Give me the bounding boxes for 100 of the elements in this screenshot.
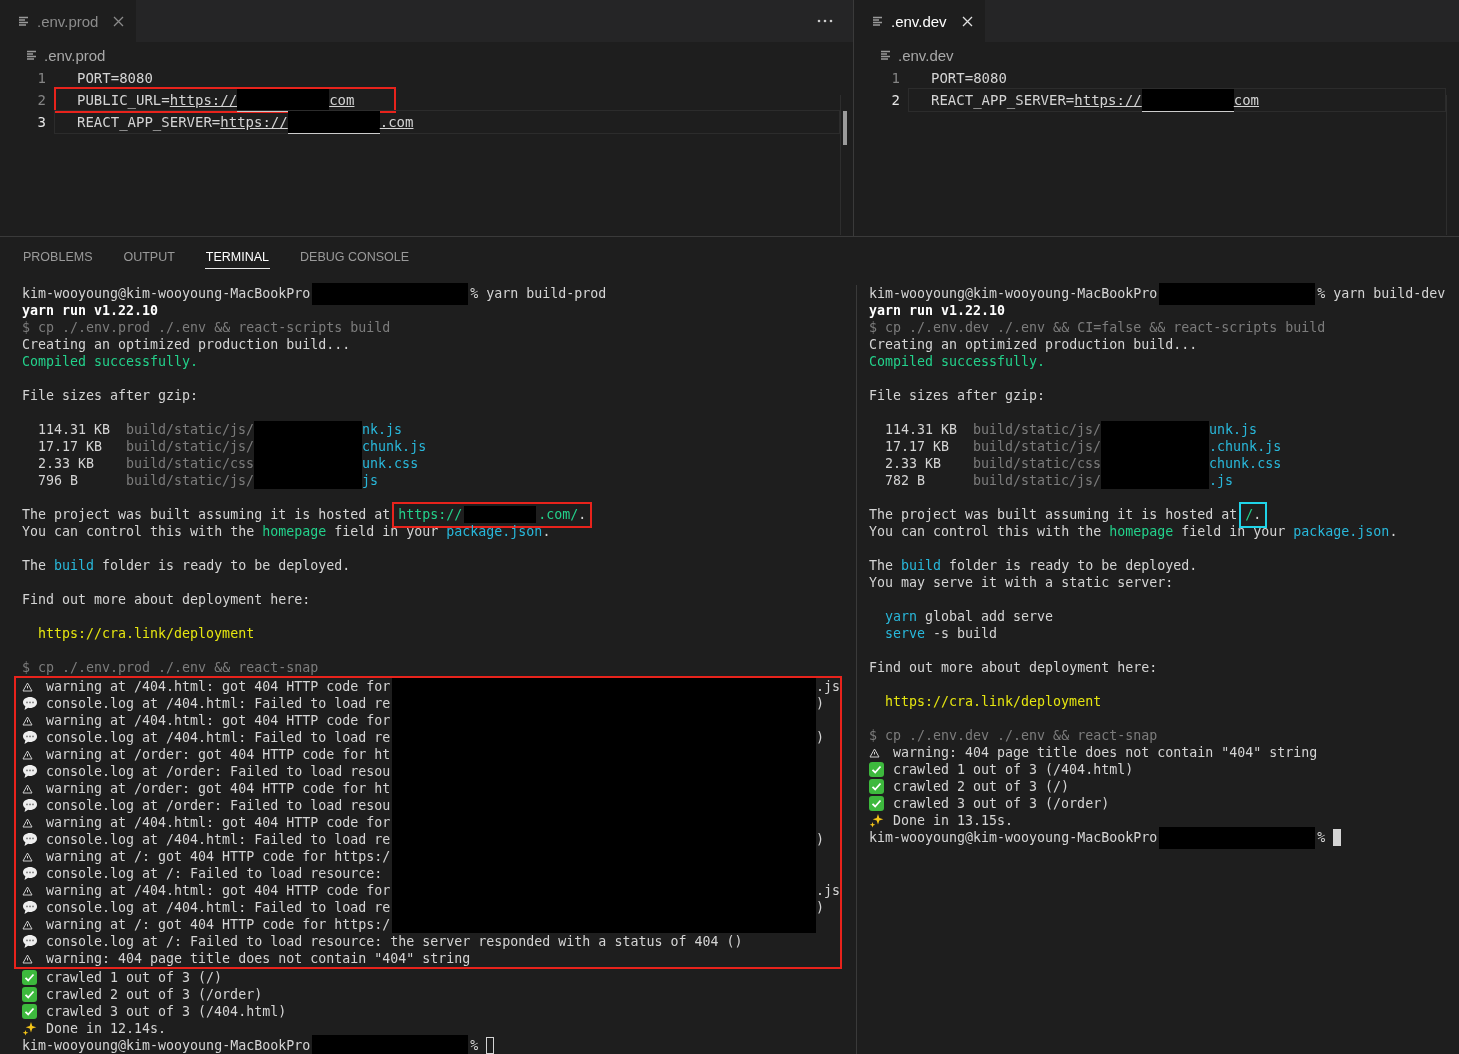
terminal-text: % yarn build-dev [1317,285,1446,302]
breadcrumb-item[interactable]: .env.dev [898,46,954,64]
log-message: ) [816,832,824,847]
terminal-text: kim-wooyoung@kim-wooyoung-MacBookPro [869,285,1158,302]
file-size: 114.31 KB [885,421,959,438]
code-text: REACT_APP_SERVER=https:// [931,92,1142,108]
warning-icon [22,919,33,930]
log-message: ) [816,900,824,915]
file-path: build/static/js/ [973,472,1102,489]
log-message: ) [816,730,824,745]
file-size: 782 B [885,472,927,489]
terminal-text: kim-wooyoung@kim-wooyoung-MacBookPro [22,1037,311,1054]
line-number: 1 [36,70,46,86]
editor-tab[interactable]: .env.dev [854,0,985,42]
file-lines-icon [880,49,892,61]
sparkle-icon [869,813,884,828]
file-lines-icon [872,15,884,27]
file-size: 17.17 KB [38,438,104,455]
log-message: console.log at /: Failed to load resource: the server responded with a status of 404 () [46,933,743,950]
warning-icon [22,749,33,760]
file-path: build/static/js/ [973,421,1102,438]
file-name: .js [1209,472,1234,489]
file-name: unk.css [362,455,419,472]
log-message: console.log at /: Failed to load resource: [46,865,384,882]
check-icon [869,779,884,794]
terminal-text: /. [1245,506,1262,523]
speech-bubble-icon [22,866,38,881]
log-message: .js [816,883,841,898]
terminal-text: Find out more about deployment here: [869,659,1158,676]
terminal-text: % [1317,829,1326,846]
file-name: nk.js [362,421,403,438]
warning-icon [869,747,880,758]
log-message: crawled 2 out of 3 (/order) [46,986,263,1003]
warning-icon [22,851,33,862]
file-name: chunk.js [362,438,427,455]
terminal-text: Compiled successfully. [22,353,199,370]
terminal-text: https://cra.link/deployment [885,693,1102,710]
breadcrumb-item[interactable]: .env.prod [44,46,106,64]
file-lines-icon [18,15,30,27]
sparkle-icon [22,1021,37,1036]
log-message: console.log at /404.html: Failed to load re [46,695,392,712]
check-icon [22,970,37,985]
log-message: warning at /404.html: got 404 HTTP code for [46,712,392,729]
terminal-text: The project was built assuming it is hosted at [22,506,391,523]
terminal-text: Creating an optimized production build... [22,336,351,353]
file-path: build/static/css [126,455,255,472]
file-name: js [362,472,379,489]
file-name: .chunk.js [1209,438,1282,455]
file-name: chunk.css [1209,455,1282,472]
log-message: crawled 1 out of 3 (/) [46,969,223,986]
line-number: 3 [36,114,46,130]
warning-icon [22,885,33,896]
log-message: console.log at /order: Failed to load resou [46,763,392,780]
log-message: warning at /: got 404 HTTP code for https:/ [46,848,392,865]
file-size: 2.33 KB [38,455,96,472]
code-text: PORT=8080 [77,70,153,86]
file-size: 17.17 KB [885,438,951,455]
speech-bubble-icon [22,798,38,813]
terminal-text: $ cp ./.env.prod ./.env && react-snap [22,659,319,676]
log-message: warning at /404.html: got 404 HTTP code for [46,882,392,899]
code-text: com [1233,92,1260,108]
panel-tab[interactable]: PROBLEMS [22,250,94,269]
log-message: .js [816,679,841,694]
editor-tab[interactable]: .env.prod [0,0,137,42]
check-icon [22,1004,37,1019]
file-lines-icon [26,49,38,61]
file-path: build/static/js/ [973,438,1102,455]
file-path: build/static/js/ [126,438,255,455]
log-message: warning at /order: got 404 HTTP code for ht [46,780,392,797]
terminal-text: yarn run v1.22.10 [869,302,1006,319]
log-message: console.log at /order: Failed to load resou [46,797,392,814]
log-message: console.log at /404.html: Failed to load re [46,831,392,848]
speech-bubble-icon [22,832,38,847]
log-message: warning: 404 page title does not contain "404" string [46,950,471,967]
file-path: build/static/js/ [126,421,255,438]
log-message: crawled 3 out of 3 (/order) [893,795,1110,812]
terminal-text: serve -s build [885,625,998,642]
code-text: .com [379,114,414,130]
file-name: unk.js [1209,421,1258,438]
speech-bubble-icon [22,764,38,779]
warning-icon [22,783,33,794]
check-icon [869,796,884,811]
panel-tab[interactable]: OUTPUT [122,250,176,269]
speech-bubble-icon [22,900,38,915]
log-message: warning at /: got 404 HTTP code for https:/ [46,916,392,933]
log-message: Done in 12.14s. [46,1020,167,1037]
panel-tab[interactable]: DEBUG CONSOLE [299,250,411,269]
line-number: 2 [890,92,900,108]
terminal-text: You can control this with the homepage field in your package.json. [869,523,1398,540]
warning-icon [22,953,33,964]
log-message: warning: 404 page title does not contain "404" string [893,744,1318,761]
terminal-text: .com/. [538,506,587,523]
more-icon[interactable] [817,19,833,23]
log-message: console.log at /404.html: Failed to load re [46,729,392,746]
panel-tab[interactable]: TERMINAL [204,250,271,269]
terminal-text: https:// [398,506,463,523]
log-message: Done in 13.15s. [893,812,1014,829]
warning-icon [22,817,33,828]
warning-icon [22,715,33,726]
file-size: 114.31 KB [38,421,112,438]
